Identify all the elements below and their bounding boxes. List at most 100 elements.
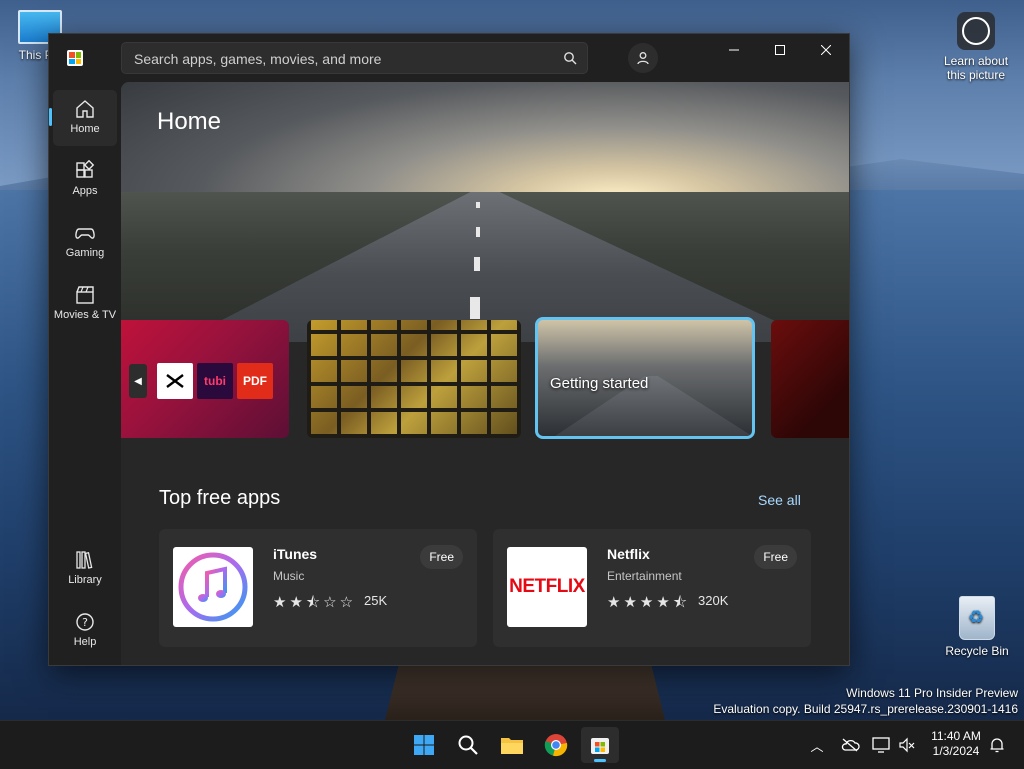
file-explorer-button[interactable] (493, 727, 531, 763)
star-empty-icon: ☆ (339, 594, 357, 611)
chrome-button[interactable] (537, 727, 575, 763)
chrome-icon (544, 734, 568, 757)
evaluation-watermark: Windows 11 Pro Insider Preview Evaluatio… (713, 685, 1018, 717)
star-filled-icon: ★ (289, 594, 306, 611)
pdf-logo-icon: PDF (237, 363, 273, 399)
section-title-top-free-apps: Top free apps (159, 487, 281, 509)
library-icon (76, 551, 93, 569)
star-rating: ★★★★⯪ (607, 592, 690, 617)
minimize-icon (729, 49, 739, 51)
close-button[interactable] (803, 34, 849, 66)
volume-muted-icon (899, 737, 915, 753)
hero-banner: Home (121, 82, 849, 342)
page-title: Home (157, 108, 222, 135)
carousel-previous-button[interactable]: ◀ (129, 364, 147, 398)
windows-logo-icon (414, 735, 434, 755)
app-category: Music (273, 569, 305, 583)
main-content: Home tubi PDF ◀ Getting started Top free… (121, 82, 849, 665)
chevron-left-icon: ◀ (134, 375, 142, 387)
rating-count: 320K (698, 593, 729, 608)
network-tray-button[interactable] (870, 721, 892, 769)
onedrive-tray-button[interactable] (838, 721, 862, 769)
tubi-logo-icon: tubi (197, 363, 233, 399)
taskbar-search-button[interactable] (449, 727, 487, 763)
app-card-netflix[interactable]: NETFLIX Netflix Entertainment ★★★★⯪ 320K… (493, 529, 811, 647)
apps-icon (76, 160, 95, 178)
network-icon (872, 737, 890, 753)
learn-about-picture-label: Learn about this picture (943, 54, 1009, 82)
star-rating: ★★⯪☆☆ (273, 592, 356, 617)
clapperboard-icon (76, 286, 94, 304)
search-input[interactable] (132, 43, 556, 75)
app-name: iTunes (273, 546, 318, 562)
account-button[interactable] (628, 43, 658, 73)
maximize-icon (775, 45, 785, 55)
carousel-card-label: Getting started (550, 375, 649, 392)
carousel-card-getting-started[interactable]: Getting started (535, 317, 755, 439)
search-icon (458, 735, 478, 755)
netflix-logo-icon: NETFLIX (507, 547, 587, 627)
nav-label-movies-tv: Movies & TV (53, 309, 117, 321)
gamepad-icon (75, 228, 95, 239)
nav-item-gaming[interactable]: Gaming (53, 214, 117, 270)
rating-count: 25K (364, 593, 388, 608)
store-icon (591, 738, 609, 754)
star-half-icon: ⯪ (305, 594, 324, 611)
cloud-offline-icon (841, 738, 860, 752)
svg-text:?: ? (82, 616, 88, 629)
microsoft-store-window: Home Apps Gaming Movies & TV Library ? H… (48, 33, 850, 666)
taskbar-clock[interactable]: 11:40 AM 1/3/2024 (922, 729, 990, 759)
star-filled-icon: ★ (639, 594, 657, 611)
featured-carousel: tubi PDF ◀ Getting started (121, 317, 849, 439)
app-card-itunes[interactable]: iTunes Music ★★⯪☆☆ 25K Free (159, 529, 477, 647)
price-badge: Free (754, 545, 797, 569)
search-icon[interactable] (563, 51, 577, 65)
nav-label-home: Home (70, 123, 100, 135)
search-box[interactable] (121, 42, 588, 75)
folder-icon (501, 738, 523, 754)
app-category: Entertainment (607, 569, 682, 583)
nav-item-movies-tv[interactable]: Movies & TV (53, 276, 117, 332)
learn-about-picture-desktop-icon[interactable]: Learn about this picture (938, 12, 1014, 82)
person-icon (637, 52, 649, 65)
watermark-line-2: Evaluation copy. Build 25947.rs_prerelea… (713, 702, 1018, 716)
star-filled-icon: ★ (607, 594, 624, 611)
carousel-card-movie-collection[interactable] (307, 320, 521, 438)
star-filled-icon: ★ (273, 594, 290, 611)
nav-item-library[interactable]: Library (53, 541, 117, 597)
title-bar[interactable] (49, 34, 849, 82)
nav-label-apps: Apps (72, 185, 98, 197)
recycle-bin-icon (959, 596, 995, 640)
clock-time: 11:40 AM (931, 729, 981, 743)
nav-item-apps[interactable]: Apps (53, 152, 117, 208)
nav-item-help[interactable]: ? Help (53, 603, 117, 659)
nav-label-library: Library (68, 574, 102, 586)
carousel-card-next[interactable] (771, 320, 849, 438)
bell-icon (990, 738, 1004, 753)
store-logo-icon (67, 50, 83, 66)
recycle-bin-desktop-icon[interactable]: Recycle Bin (942, 596, 1012, 658)
nav-item-home[interactable]: Home (49, 90, 117, 146)
taskbar: ︿ 11:40 AM 1/3/2024 (0, 720, 1024, 769)
volume-tray-button[interactable] (896, 721, 918, 769)
star-empty-icon: ☆ (323, 594, 340, 611)
clock-date: 1/3/2024 (932, 744, 980, 758)
camera-icon (957, 12, 995, 50)
star-half-icon: ⯪ (672, 594, 691, 611)
maximize-button[interactable] (757, 34, 803, 66)
help-icon: ? (76, 613, 94, 631)
start-button[interactable] (405, 727, 443, 763)
notifications-button[interactable] (986, 721, 1008, 769)
chevron-up-icon: ︿ (810, 738, 824, 754)
store-taskbar-button[interactable] (581, 727, 619, 763)
minimize-button[interactable] (711, 34, 757, 66)
see-all-link[interactable]: See all (758, 492, 801, 508)
recycle-bin-label: Recycle Bin (945, 644, 1009, 658)
show-hidden-icons-button[interactable]: ︿ (806, 721, 828, 769)
app-name: Netflix (607, 546, 650, 562)
star-filled-icon: ★ (623, 594, 640, 611)
itunes-logo-icon (173, 547, 253, 627)
star-filled-icon: ★ (656, 594, 673, 611)
price-badge: Free (420, 545, 463, 569)
close-icon (821, 45, 831, 55)
